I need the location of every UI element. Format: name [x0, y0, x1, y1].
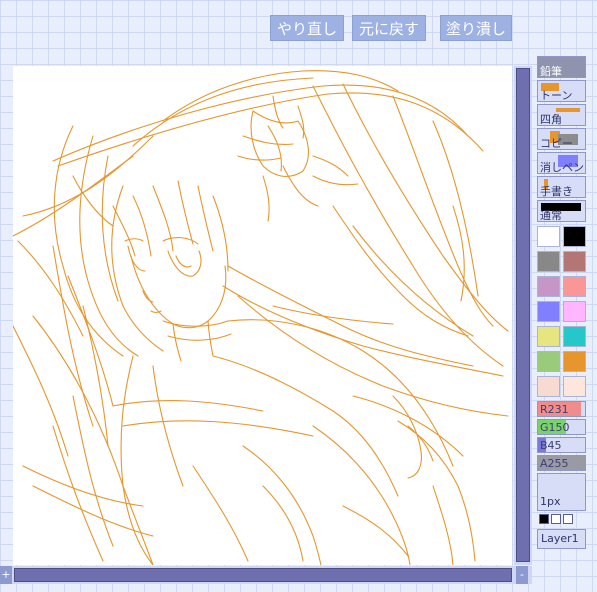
pen-size-box[interactable]: 1px — [537, 473, 586, 511]
pen-size-options — [539, 514, 588, 524]
pen-size-value: 1px — [540, 495, 561, 508]
zoom-in-icon[interactable]: + — [0, 566, 12, 584]
color-swatch-1-1[interactable] — [563, 251, 586, 272]
vertical-scrollbar[interactable] — [514, 66, 532, 565]
color-swatch-1-0[interactable] — [537, 251, 560, 272]
horizontal-scrollbar[interactable]: + - — [0, 566, 532, 584]
red-value: R231 — [540, 403, 569, 416]
blue-slider[interactable]: B45 — [537, 437, 586, 453]
color-swatch-4-0[interactable] — [537, 326, 560, 347]
color-swatch-6-1[interactable] — [563, 376, 586, 397]
tool-label: トーン — [540, 89, 573, 102]
color-swatch-3-1[interactable] — [563, 301, 586, 322]
red-slider[interactable]: R231 — [537, 401, 586, 417]
color-swatch-3-0[interactable] — [537, 301, 560, 322]
color-swatch-5-1[interactable] — [563, 351, 586, 372]
tool-pencil[interactable]: 鉛筆 — [537, 56, 586, 78]
color-swatch-6-0[interactable] — [537, 376, 560, 397]
tool-label: 消しペン — [540, 161, 584, 174]
tool-copy[interactable]: コピー — [537, 128, 586, 150]
tool-label: 四角 — [540, 113, 562, 126]
alpha-slider[interactable]: A255 — [537, 455, 586, 471]
color-palette — [537, 226, 588, 397]
tool-label: 鉛筆 — [540, 65, 562, 78]
tool-label: 通常 — [540, 209, 562, 222]
color-swatch-4-1[interactable] — [563, 326, 586, 347]
tool-freehand[interactable]: 手書き — [537, 176, 586, 198]
tool-label: コピー — [540, 137, 573, 150]
color-swatch-2-0[interactable] — [537, 276, 560, 297]
horizontal-scroll-thumb[interactable] — [14, 568, 512, 582]
pen-size-option-medium[interactable] — [551, 514, 561, 524]
vertical-scroll-thumb[interactable] — [516, 68, 530, 562]
sketch-drawing — [13, 70, 509, 565]
color-swatch-2-1[interactable] — [563, 276, 586, 297]
green-slider[interactable]: G150 — [537, 419, 586, 435]
color-swatch-0-0[interactable] — [537, 226, 560, 247]
pen-size-option-small[interactable] — [539, 514, 549, 524]
tool-tone[interactable]: トーン — [537, 80, 586, 102]
layer-button[interactable]: Layer1 — [537, 529, 586, 549]
undo-button[interactable]: 元に戻す — [352, 15, 426, 41]
tool-normal[interactable]: 通常 — [537, 200, 586, 222]
pen-size-option-large[interactable] — [563, 514, 573, 524]
green-value: G150 — [540, 421, 570, 434]
drawing-canvas[interactable] — [13, 66, 512, 565]
tool-rectangle[interactable]: 四角 — [537, 104, 586, 126]
alpha-value: A255 — [540, 457, 569, 470]
tool-label: 手書き — [540, 185, 573, 198]
tool-panel: 鉛筆 トーン 四角 コピー 消しペン 手書き 通常 R231 G150 B45 — [537, 56, 588, 549]
fill-button[interactable]: 塗り潰し — [440, 15, 512, 41]
color-swatch-5-0[interactable] — [537, 351, 560, 372]
color-swatch-0-1[interactable] — [563, 226, 586, 247]
zoom-out-icon[interactable]: - — [516, 566, 528, 584]
tool-eraser[interactable]: 消しペン — [537, 152, 586, 174]
blue-value: B45 — [540, 439, 562, 452]
redo-button[interactable]: やり直し — [270, 15, 344, 41]
